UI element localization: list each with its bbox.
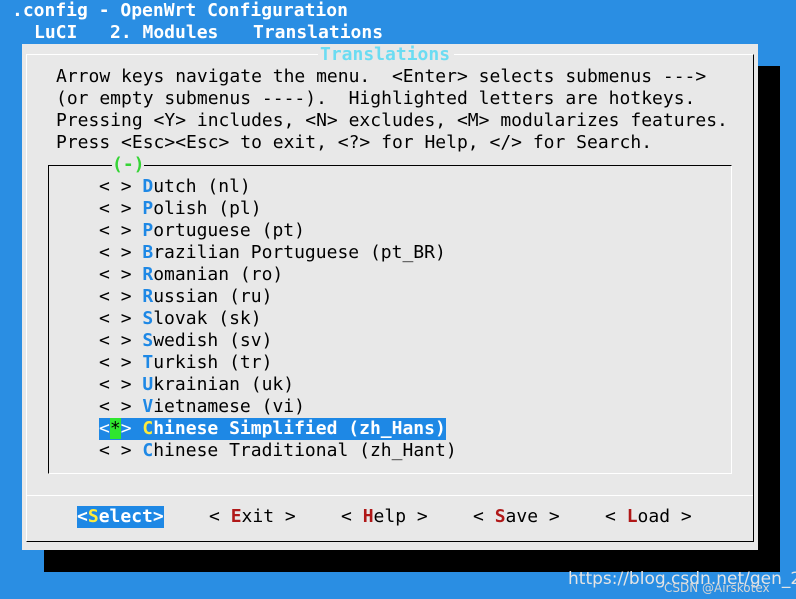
help-line-2: (or empty submenus ----). Highlighted le… <box>56 88 696 109</box>
item-tag: (zh_Hant) <box>348 440 457 461</box>
item-label: ortuguese <box>153 220 251 241</box>
select-button-open: < <box>77 506 88 527</box>
item-hotkey: P <box>142 220 154 241</box>
exit-button-hotkey: E <box>230 506 242 527</box>
dialog-title: Translations <box>320 44 451 65</box>
help-button[interactable]: < Help > <box>341 506 428 528</box>
select-button-label: elect <box>98 506 153 527</box>
item-tag: (pl) <box>207 198 262 219</box>
item-hotkey: S <box>142 308 154 329</box>
menu-item[interactable]: < > Dutch (nl) <box>99 176 251 198</box>
item-label: urkish <box>153 352 219 373</box>
scroll-indicator: (-) <box>112 154 145 175</box>
item-hotkey: R <box>142 264 154 285</box>
item-tag: (nl) <box>196 176 251 197</box>
button-separator <box>27 495 753 496</box>
item-state-marker: * <box>109 418 121 439</box>
item-tag: (uk) <box>239 374 295 395</box>
item-label: ussian <box>153 286 219 307</box>
item-label: ietnamese <box>153 396 251 417</box>
select-button-close: > <box>152 506 164 527</box>
menu-item[interactable]: < > Vietnamese (vi) <box>99 396 305 418</box>
translations-dialog: Translations Arrow keys navigate the men… <box>22 44 758 550</box>
item-tag: (zh_Hans) <box>337 418 446 439</box>
item-label: lovak <box>153 308 208 329</box>
item-label: olish <box>153 198 208 219</box>
menu-item[interactable]: < > Ukrainian (uk) <box>99 374 294 396</box>
item-tag: (pt_BR) <box>359 242 446 263</box>
select-button-hotkey: S <box>87 506 99 527</box>
help-button-close: > <box>406 506 428 527</box>
help-line-3: Pressing <Y> includes, <N> excludes, <M>… <box>56 110 728 131</box>
save-button[interactable]: < Save > <box>473 506 560 528</box>
exit-button-label: xit <box>241 506 275 527</box>
breadcrumb-luci: LuCI <box>34 22 78 43</box>
save-button-open: < <box>473 506 495 527</box>
breadcrumb-translations: Translations <box>253 22 384 43</box>
item-tag: (pt) <box>250 220 305 241</box>
item-tag: (ro) <box>229 264 284 285</box>
save-button-label: ave <box>505 506 539 527</box>
item-label: krainian <box>153 374 240 395</box>
item-hotkey: R <box>142 286 154 307</box>
item-tag: (sk) <box>207 308 262 329</box>
menu-item[interactable]: < > Portuguese (pt) <box>99 220 305 242</box>
menu-item[interactable]: < > Brazilian Portuguese (pt_BR) <box>99 242 446 264</box>
item-label: omanian <box>153 264 230 285</box>
breadcrumb-modules: 2. Modules <box>110 22 219 43</box>
menu-item[interactable]: < > Slovak (sk) <box>99 308 262 330</box>
load-button-label: oad <box>637 506 671 527</box>
help-button-label: elp <box>373 506 407 527</box>
item-hotkey: T <box>142 352 154 373</box>
help-button-hotkey: H <box>362 506 374 527</box>
item-hotkey: U <box>142 374 154 395</box>
menu-item[interactable]: < > Turkish (tr) <box>99 352 272 374</box>
save-button-close: > <box>538 506 560 527</box>
item-tag: (ru) <box>218 286 273 307</box>
load-button[interactable]: < Load > <box>605 506 692 528</box>
item-label: utch <box>153 176 197 197</box>
menu-item[interactable]: < > Russian (ru) <box>99 286 272 308</box>
load-button-hotkey: L <box>626 506 638 527</box>
item-tag: (sv) <box>218 330 273 351</box>
item-hotkey: C <box>142 418 154 439</box>
exit-button-open: < <box>209 506 231 527</box>
item-hotkey: D <box>142 176 154 197</box>
exit-button[interactable]: < Exit > <box>209 506 296 528</box>
item-hotkey: B <box>142 242 154 263</box>
item-hotkey: S <box>142 330 154 351</box>
help-line-1: Arrow keys navigate the menu. <Enter> se… <box>56 66 707 87</box>
item-label: razilian Portuguese <box>153 242 360 263</box>
help-line-4: Press <Esc><Esc> to exit, <?> for Help, … <box>56 132 653 153</box>
menu-item[interactable]: <*> Chinese Simplified (zh_Hans) <box>99 418 446 440</box>
item-tag: (tr) <box>218 352 273 373</box>
menu-item[interactable]: < > Polish (pl) <box>99 198 262 220</box>
menu-item[interactable]: < > Swedish (sv) <box>99 330 272 352</box>
menu-item[interactable]: < > Chinese Traditional (zh_Hant) <box>99 440 457 462</box>
item-label: hinese Simplified <box>153 418 338 439</box>
item-label: hinese Traditional <box>153 440 349 461</box>
item-label: wedish <box>153 330 219 351</box>
select-button[interactable]: <Select> <box>77 506 164 528</box>
item-tag: (vi) <box>250 396 305 417</box>
backtitle: .config - OpenWrt Configuration <box>12 0 348 21</box>
exit-button-close: > <box>274 506 296 527</box>
item-hotkey: C <box>142 440 154 461</box>
item-hotkey: V <box>142 396 154 417</box>
item-hotkey: P <box>142 198 154 219</box>
load-button-open: < <box>605 506 627 527</box>
load-button-close: > <box>670 506 692 527</box>
menu-item[interactable]: < > Romanian (ro) <box>99 264 283 286</box>
watermark-overlay: CSDN @Airskotex <box>664 581 770 595</box>
help-button-open: < <box>341 506 363 527</box>
save-button-hotkey: S <box>494 506 506 527</box>
